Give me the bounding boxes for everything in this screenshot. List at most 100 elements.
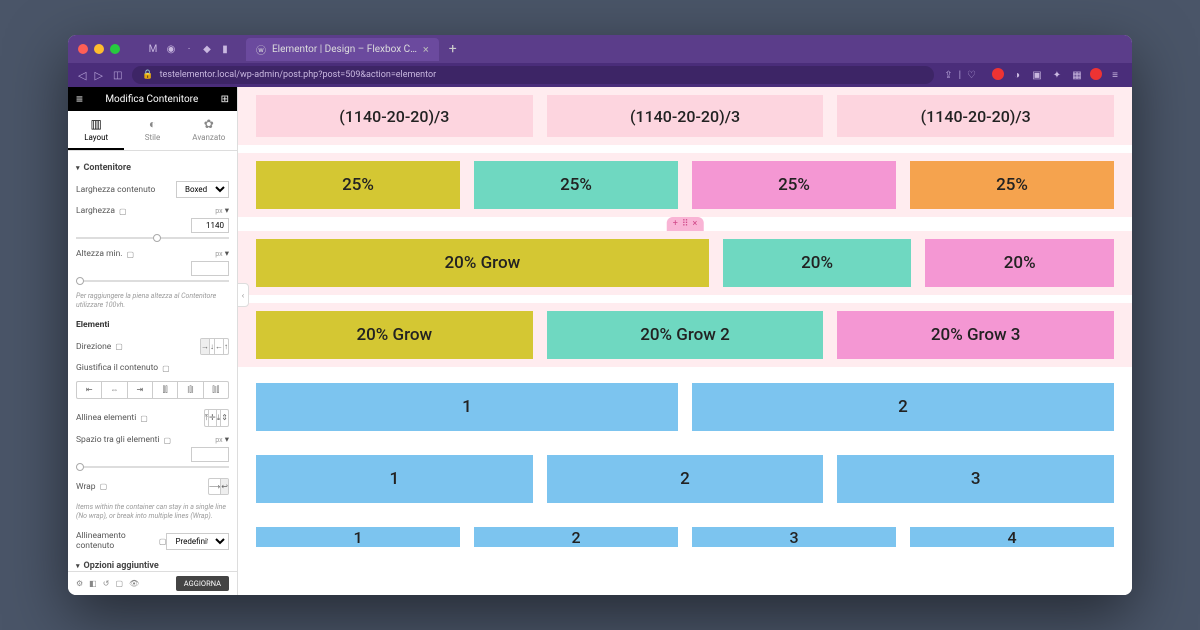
width-slider[interactable] xyxy=(76,237,229,239)
bookmark-icon[interactable]: ♡ xyxy=(967,70,976,81)
box[interactable]: 20% xyxy=(723,239,912,287)
add-icon[interactable]: + xyxy=(673,219,678,229)
tab-style[interactable]: ◐Stile xyxy=(124,111,180,150)
box[interactable]: 20% Grow 3 xyxy=(837,311,1114,359)
box[interactable]: 1 xyxy=(256,455,533,503)
share-icon[interactable]: ⇪ xyxy=(944,70,952,81)
settings-icon[interactable]: ⚙ xyxy=(76,579,83,588)
justify-around-icon[interactable]: |⫿| xyxy=(178,382,203,398)
back-icon[interactable]: ◁ xyxy=(78,69,86,82)
gmail-icon[interactable]: M xyxy=(146,42,160,56)
history-icon[interactable]: ↺ xyxy=(103,579,110,588)
responsive-icon[interactable]: ▢ xyxy=(119,207,127,216)
min-height-unit[interactable]: px xyxy=(215,250,222,258)
close-window-icon[interactable] xyxy=(78,44,88,54)
justify-between-icon[interactable]: ⫿⫿ xyxy=(153,382,178,398)
section-row-5[interactable]: 1 2 xyxy=(238,375,1132,439)
tab-layout[interactable]: ▥Layout xyxy=(68,111,124,150)
align-center-icon[interactable]: ✛ xyxy=(209,410,217,426)
box[interactable]: 25% xyxy=(474,161,678,209)
ext-icon-3[interactable]: ▣ xyxy=(1030,68,1044,82)
box[interactable]: (1140-20-20)/3 xyxy=(547,95,824,137)
responsive-icon[interactable]: ▢ xyxy=(140,414,148,423)
section-additional-title[interactable]: Opzioni aggiuntive xyxy=(76,561,229,571)
align-content-select[interactable]: Predefinito xyxy=(166,533,229,550)
box[interactable]: 2 xyxy=(547,455,824,503)
box[interactable]: 25% xyxy=(910,161,1114,209)
update-button[interactable]: AGGIORNA xyxy=(176,576,229,591)
box[interactable]: 25% xyxy=(692,161,896,209)
box[interactable]: 3 xyxy=(837,455,1114,503)
justify-end-icon[interactable]: ⇥ xyxy=(128,382,153,398)
minimize-window-icon[interactable] xyxy=(94,44,104,54)
dir-col-rev-icon[interactable]: ↑ xyxy=(224,339,228,354)
min-height-input[interactable] xyxy=(191,261,229,276)
responsive-mode-icon[interactable]: ▢ xyxy=(115,579,123,588)
tab-close-icon[interactable]: × xyxy=(423,43,429,56)
app-icon-2[interactable]: ▮ xyxy=(218,42,232,56)
gap-slider[interactable] xyxy=(76,466,229,468)
justify-evenly-icon[interactable]: ⫿|⫿ xyxy=(204,382,228,398)
justify-center-icon[interactable]: ⇔ xyxy=(102,382,127,398)
box[interactable]: 3 xyxy=(692,527,896,547)
section-row-4[interactable]: 20% Grow 20% Grow 2 20% Grow 3 xyxy=(238,303,1132,367)
box[interactable]: (1140-20-20)/3 xyxy=(256,95,533,137)
box[interactable]: 25% xyxy=(256,161,460,209)
section-row-7[interactable]: 1 2 3 4 xyxy=(238,519,1132,547)
dir-row-icon[interactable]: → xyxy=(201,339,210,354)
ext-icon-4[interactable]: ▦ xyxy=(1070,68,1084,82)
box[interactable]: 1 xyxy=(256,383,678,431)
box[interactable]: 4 xyxy=(910,527,1114,547)
align-stretch-icon[interactable]: ⇕ xyxy=(221,410,228,426)
wrap-icon[interactable]: ↩ xyxy=(221,479,228,494)
maximize-window-icon[interactable] xyxy=(110,44,120,54)
box[interactable]: 2 xyxy=(692,383,1114,431)
box[interactable]: 20% Grow xyxy=(256,311,533,359)
dir-row-rev-icon[interactable]: ← xyxy=(215,339,224,354)
box[interactable]: 20% xyxy=(925,239,1114,287)
ext-icon-red2[interactable] xyxy=(1090,68,1102,80)
min-height-slider[interactable] xyxy=(76,280,229,282)
responsive-icon[interactable]: ▢ xyxy=(164,436,172,445)
section-container-title[interactable]: Contenitore xyxy=(76,163,229,173)
app-icon[interactable]: ◆ xyxy=(200,42,214,56)
forward-icon[interactable]: ▷ xyxy=(94,69,102,82)
drag-icon[interactable]: ⠿ xyxy=(682,219,689,229)
responsive-icon[interactable]: ▢ xyxy=(127,250,135,259)
sidebar-collapse-icon[interactable]: ‹ xyxy=(238,283,249,307)
tab-advanced[interactable]: ✿Avanzato xyxy=(181,111,237,150)
preview-icon[interactable]: 👁 xyxy=(129,579,139,588)
responsive-icon[interactable]: ▢ xyxy=(115,342,123,351)
width-unit[interactable]: px xyxy=(215,207,222,215)
globe-icon[interactable]: ◉ xyxy=(164,42,178,56)
navigator-icon[interactable]: ◧ xyxy=(89,579,97,588)
close-icon[interactable]: × xyxy=(692,219,697,229)
responsive-icon[interactable]: ▢ xyxy=(100,482,108,491)
gap-unit[interactable]: px xyxy=(215,436,222,444)
hamburger-icon[interactable]: ≡ xyxy=(76,92,83,106)
width-input[interactable] xyxy=(191,218,229,233)
section-row-2[interactable]: 25% 25% 25% 25% xyxy=(238,153,1132,217)
new-tab-button[interactable]: + xyxy=(449,41,457,57)
browser-tab[interactable]: ⓦ Elementor | Design – Flexbox C… × xyxy=(246,38,439,61)
section-row-3-selected[interactable]: + ⠿ × 20% Grow 20% 20% xyxy=(238,231,1132,295)
nowrap-icon[interactable]: ⟶ xyxy=(209,479,221,494)
ext-icon-2[interactable]: ◑ xyxy=(1010,68,1024,82)
box[interactable]: 20% Grow xyxy=(256,239,709,287)
box[interactable]: 20% Grow 2 xyxy=(547,311,824,359)
section-row-6[interactable]: 1 2 3 xyxy=(238,447,1132,511)
gap-input[interactable] xyxy=(191,447,229,462)
apps-grid-icon[interactable]: ⊞ xyxy=(221,94,229,105)
menu-icon[interactable]: ≡ xyxy=(1108,68,1122,82)
justify-start-icon[interactable]: ⇤ xyxy=(77,382,102,398)
content-width-select[interactable]: Boxed xyxy=(176,181,229,198)
ext-icon-red[interactable] xyxy=(992,68,1004,80)
extensions-icon[interactable]: ✦ xyxy=(1050,68,1064,82)
box[interactable]: (1140-20-20)/3 xyxy=(837,95,1114,137)
canvas[interactable]: ‹ (1140-20-20)/3 (1140-20-20)/3 (1140-20… xyxy=(238,87,1132,595)
responsive-icon[interactable]: ▢ xyxy=(159,537,167,546)
shield-icon[interactable]: ◫ xyxy=(113,70,122,81)
url-field[interactable]: 🔒 testelementor.local/wp-admin/post.php?… xyxy=(132,66,934,84)
responsive-icon[interactable]: ▢ xyxy=(162,364,170,373)
box[interactable]: 1 xyxy=(256,527,460,547)
